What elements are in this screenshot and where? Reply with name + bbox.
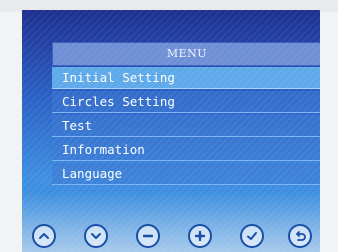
confirm-button[interactable]	[240, 224, 264, 248]
down-button[interactable]	[84, 224, 108, 248]
check-icon	[247, 232, 257, 240]
menu-item-circles-setting[interactable]: Circles Setting	[52, 91, 320, 113]
button-bar	[0, 218, 338, 252]
back-button[interactable]	[288, 224, 312, 248]
menu-item-test[interactable]: Test	[52, 115, 320, 137]
menu-item-initial-setting[interactable]: Initial Setting	[52, 67, 320, 89]
menu-item-information[interactable]: Information	[52, 139, 320, 161]
up-arrow-icon	[39, 233, 49, 239]
minus-icon	[142, 234, 154, 238]
plus-icon	[194, 230, 206, 242]
back-icon	[296, 231, 306, 241]
menu-item-language[interactable]: Language	[52, 163, 320, 185]
minus-button[interactable]	[136, 224, 160, 248]
down-arrow-icon	[91, 233, 101, 239]
up-button[interactable]	[32, 224, 56, 248]
lcd-screen: MENU Initial Setting Circles Setting Tes…	[22, 10, 320, 252]
plus-button[interactable]	[188, 224, 212, 248]
menu-title: MENU	[52, 42, 320, 66]
